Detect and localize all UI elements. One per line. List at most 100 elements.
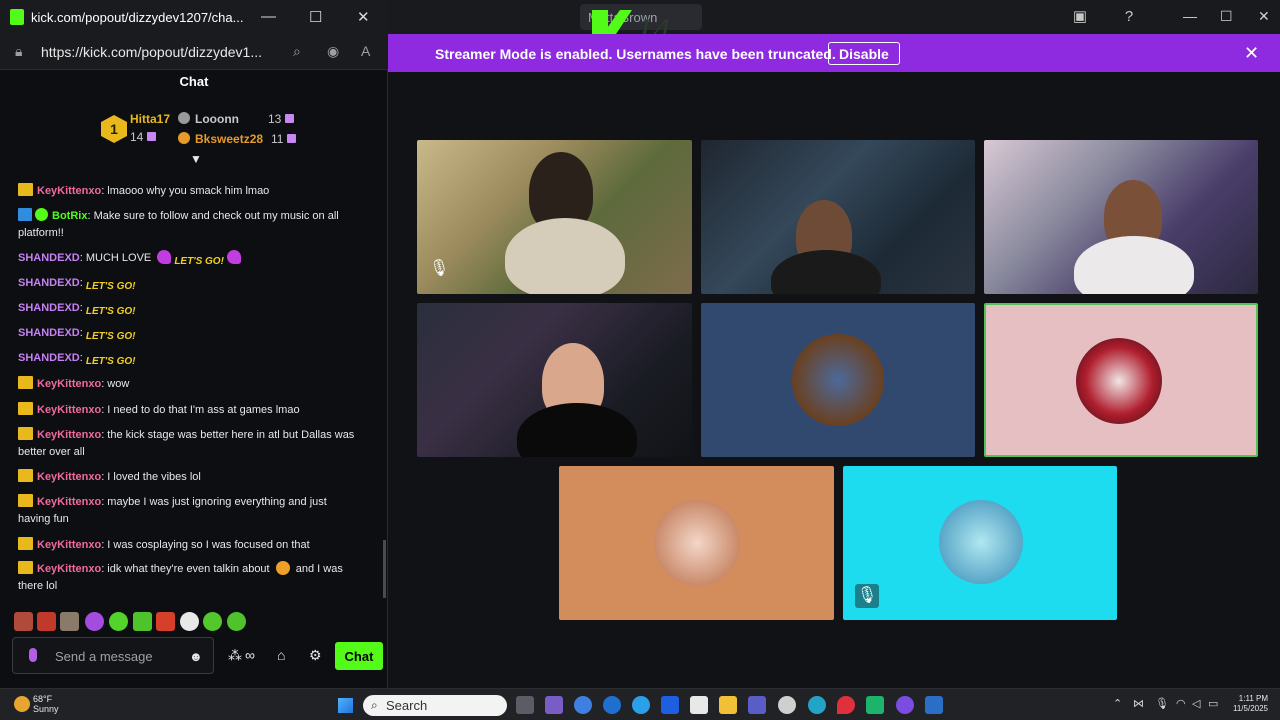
send-chat-button[interactable]: Chat <box>335 642 383 670</box>
chat-message: KeyKittenxo: wow <box>18 376 378 393</box>
username[interactable]: KeyKittenxo <box>37 378 101 390</box>
silver-badge-icon <box>178 112 190 124</box>
hp-icon[interactable] <box>603 696 621 714</box>
folder-icon[interactable] <box>719 696 737 714</box>
leader-name[interactable]: Hitta17 <box>130 112 170 126</box>
emote-icon[interactable] <box>85 612 104 631</box>
app-icon[interactable] <box>632 696 650 714</box>
video-tile[interactable] <box>701 303 975 457</box>
message-text: better over all <box>18 446 85 458</box>
video-tile[interactable] <box>701 140 975 294</box>
username[interactable]: BotRix <box>52 210 87 222</box>
mic-off-icon: 🎙︎ <box>429 260 450 277</box>
minimize-button[interactable]: — <box>261 8 276 25</box>
message-text: there lol <box>18 580 58 592</box>
app-icon[interactable] <box>925 696 943 714</box>
close-icon[interactable]: ✕ <box>1244 43 1259 64</box>
username[interactable]: SHANDEXD <box>18 352 80 364</box>
video-tile[interactable] <box>417 303 692 457</box>
username[interactable]: SHANDEXD <box>18 327 80 339</box>
app-icon[interactable] <box>545 696 563 714</box>
read-aloud-icon[interactable]: A <box>361 43 370 59</box>
teams-icon[interactable] <box>748 696 766 714</box>
edge-icon[interactable] <box>808 696 826 714</box>
video-tile[interactable] <box>559 466 834 620</box>
leader-name[interactable]: Looonn <box>195 112 239 126</box>
username[interactable]: SHANDEXD <box>18 277 80 289</box>
network-icon[interactable]: ⋈ <box>1133 697 1144 710</box>
store-icon[interactable]: ⌂ <box>277 647 285 663</box>
message-text: : idk what they're even talkin about <box>101 563 270 575</box>
emote-icon[interactable] <box>133 612 152 631</box>
microphone-icon[interactable] <box>29 648 37 662</box>
emote-icon[interactable] <box>180 612 199 631</box>
disable-button[interactable]: Disable <box>828 42 900 65</box>
wifi-icon[interactable]: ◠ <box>1176 697 1186 710</box>
close-window-button[interactable]: ✕ <box>1258 8 1270 25</box>
video-tile-active[interactable] <box>984 303 1258 457</box>
emote-icon[interactable] <box>156 612 175 631</box>
username[interactable]: KeyKittenxo <box>37 496 101 508</box>
username[interactable]: KeyKittenxo <box>37 563 101 575</box>
emote-icon[interactable] <box>109 612 128 631</box>
date: 11/5/2025 <box>1233 704 1268 713</box>
participant-body <box>771 250 881 294</box>
volume-icon[interactable]: ◁ <box>1192 697 1200 710</box>
address-bar[interactable]: 🔒︎ https://kick.com/popout/dizzydev1... … <box>0 34 388 70</box>
camera-off-icon[interactable]: ▣ <box>1070 7 1090 27</box>
copilot-icon[interactable] <box>574 696 592 714</box>
lets-go-emote: LET'S GO! <box>85 281 136 292</box>
emote-icon[interactable] <box>60 612 79 631</box>
username[interactable]: SHANDEXD <box>18 302 80 314</box>
username[interactable]: KeyKittenxo <box>37 404 101 416</box>
app-icon[interactable] <box>866 696 884 714</box>
video-tile[interactable]: 🎙︎ <box>417 140 692 294</box>
message-text: : <box>79 352 83 364</box>
username[interactable]: KeyKittenxo <box>37 185 101 197</box>
weather-icon[interactable] <box>14 696 30 712</box>
start-button[interactable] <box>338 698 353 713</box>
weather-widget[interactable]: 68°F Sunny <box>33 694 59 714</box>
maximize-button[interactable]: ☐ <box>1220 8 1233 25</box>
emoji-icon[interactable]: ☻ <box>189 649 203 664</box>
help-icon[interactable]: ? <box>1119 7 1139 27</box>
discord-icon[interactable] <box>896 696 914 714</box>
emote-icon[interactable] <box>203 612 222 631</box>
store-icon[interactable] <box>690 696 708 714</box>
emote-icon[interactable] <box>37 612 56 631</box>
mic-icon[interactable]: 🎙︎ <box>1155 697 1169 710</box>
message-input[interactable]: Send a message ☻ <box>12 637 214 674</box>
chevron-up-icon[interactable]: ⌃ <box>1113 697 1122 710</box>
clock[interactable]: 1:11 PM 11/5/2025 <box>1224 694 1268 714</box>
zoom-icon[interactable]: ⌕ <box>293 43 301 60</box>
maximize-button[interactable]: ☐ <box>309 8 322 26</box>
minimize-button[interactable]: — <box>1183 8 1197 24</box>
task-view-icon[interactable] <box>516 696 534 714</box>
message-text: : <box>79 277 83 289</box>
chat-message: KeyKittenxo: maybe I was just ignoring e… <box>18 494 378 528</box>
username[interactable]: KeyKittenxo <box>37 539 101 551</box>
chat-message: SHANDEXD: MUCH LOVE LET'S GO! <box>18 250 378 270</box>
chat-scrollbar[interactable] <box>383 540 386 598</box>
maps-icon[interactable] <box>837 696 855 714</box>
battery-icon[interactable]: ▭ <box>1208 697 1218 710</box>
video-tile[interactable] <box>984 140 1258 294</box>
infinity-icon[interactable]: ∞ <box>245 647 255 663</box>
input-placeholder: Send a message <box>55 649 153 664</box>
username[interactable]: KeyKittenxo <box>37 429 101 441</box>
username[interactable]: SHANDEXD <box>18 252 80 264</box>
tracking-icon[interactable]: ◉ <box>327 43 339 60</box>
gear-icon[interactable]: ⚙ <box>309 647 322 664</box>
emote-icon[interactable] <box>227 612 246 631</box>
people-icon[interactable]: ⁂ <box>228 647 242 664</box>
video-tile[interactable]: 🎙︎ <box>843 466 1117 620</box>
close-window-button[interactable]: ✕ <box>357 8 370 26</box>
taskbar-search[interactable]: ⌕ Search <box>363 695 507 716</box>
emote-icon[interactable] <box>14 612 33 631</box>
app-top-bar: MuttaBrown 14 ▣ ? — ☐ ✕ <box>388 0 1280 58</box>
leader-name[interactable]: Bksweetz28 <box>195 132 263 146</box>
zoom-icon[interactable] <box>661 696 679 714</box>
username[interactable]: KeyKittenxo <box>37 471 101 483</box>
steam-icon[interactable] <box>778 696 796 714</box>
message-text: having fun <box>18 513 69 525</box>
